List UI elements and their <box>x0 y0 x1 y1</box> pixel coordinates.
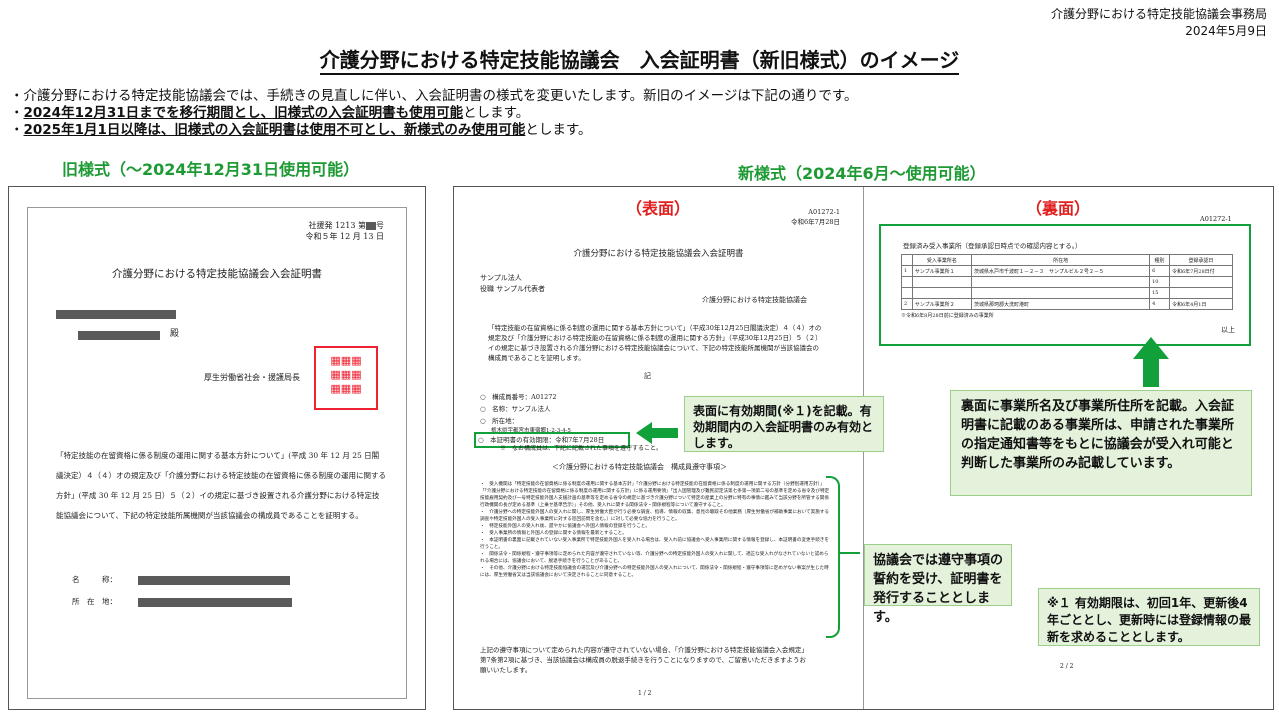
official-seal-icon: ▦▦▦ ▦▦▦ ▦▦▦ <box>314 346 378 410</box>
arrow-up-shaft <box>1143 359 1159 387</box>
bracket-connector <box>838 552 860 554</box>
back-label: （裏面） <box>1026 199 1091 218</box>
front-rules-title: ＜介護分野における特定技能協議会 構成員遵守事項＞ <box>552 463 727 471</box>
old-format-heading: 旧様式（〜2024年12月31日使用可能） <box>62 160 360 179</box>
back-reg-table-wrap: 受入事業所名 所在地 種別 登録承認日 1 サンプル事業所１ 茨城県水戸市千波町１－２－３… <box>901 254 1234 319</box>
front-page-num: 1 / 2 <box>638 690 652 697</box>
back-docno: A01272-1 <box>1200 215 1232 223</box>
new-format-heading: 新様式（2024年6月〜使用可能） <box>738 164 986 183</box>
callout-validity-note: ※１ 有効期限は、初回1年、更新後4年ごととし、更新時には登録情報の最新を求める… <box>1038 588 1260 646</box>
old-body: 「特定技能の在留資格に係る制度の運用に関する基本方針について」(平成 30 年 … <box>56 451 386 520</box>
old-issuer: 厚生労働省社会・援護局長 <box>204 373 300 382</box>
front-rules: ・ 受入機関は「特定技能の在留資格に係る制度の運用に関する基本方針」「介護分野に… <box>480 482 830 578</box>
back-registered-box: 登録済み受入事業所（登録承認日時点での確認内容とする。） 受入事業所名 所在地 種別… <box>879 224 1251 346</box>
arrow-left-icon <box>636 422 652 444</box>
table-row: 1 サンプル事業所１ 茨城県水戸市千波町１－２－３ サンプルビル２号２－５ 6 令和6年… <box>901 265 1234 277</box>
page-title: 介護分野における特定技能協議会 入会証明書（新旧様式）のイメージ <box>0 44 1279 75</box>
old-name-label: 名 称： <box>72 575 117 584</box>
back-reg-note: ※令和6年8月28日前に登録済みの事業所 <box>901 313 994 319</box>
old-cert-title: 介護分野における特定技能協議会入会証明書 <box>112 268 322 280</box>
redaction-addressee-1 <box>56 310 176 319</box>
arrow-up-icon <box>1133 337 1169 359</box>
old-certificate: 社援発 1213 第号 令和５年 12 月 13 日 介護分野における特定技能協… <box>27 207 407 699</box>
header-org-block: 介護分野における特定技能協議会事務局 2024年5月9日 <box>1051 6 1267 40</box>
callout-rules: 協議会では遵守事項の誓約を受け、証明書を発行することとします。 <box>864 544 1012 625</box>
intro-bullets: ・介護分野における特定技能協議会では、手続きの見直しに伴い、入会証明書の様式を変… <box>10 88 858 139</box>
back-page-num: 2 / 2 <box>1060 663 1074 670</box>
front-cert-title: 介護分野における特定技能協議会入会証明書 <box>573 249 744 259</box>
header-date: 2024年5月9日 <box>1185 24 1267 38</box>
back-reg-title: 登録済み受入事業所（登録承認日時点での確認内容とする。） <box>903 242 1082 250</box>
header-org: 介護分野における特定技能協議会事務局 <box>1050 7 1267 21</box>
back-ijo: 以上 <box>1221 326 1235 334</box>
old-date: 令和５年 12 月 13 日 <box>305 232 384 241</box>
front-ki: 記 <box>644 372 651 380</box>
bullet-3: ・2025年1月1日以降は、旧様式の入会証明書は使用不可とし、新様式のみ使用可能… <box>10 122 592 138</box>
table-row: 2 サンプル事業所２ 茨城県那珂郡大洗町港町 4 令和6年4月1日 <box>901 298 1234 310</box>
old-docno-block: 社援発 1213 第号 令和５年 12 月 13 日 <box>305 221 384 241</box>
bullet-2: ・2024年12月31日までを移行期間とし、旧様式の入会証明書も使用可能とします… <box>10 105 530 121</box>
callout-validity: 表面に有効期間(※１)を記載。有効期間内の入会証明書のみ有効とします。 <box>684 396 884 452</box>
table-header-row: 受入事業所名 所在地 種別 登録承認日 <box>901 254 1234 266</box>
callout-back: 裏面に事業所名及び事業所住所を記載。入会証明書に記載のある事業所は、申請された事… <box>950 390 1252 496</box>
front-docno-block: A01272-1 令和6年7月28日 <box>790 208 840 226</box>
bullet-1: ・介護分野における特定技能協議会では、手続きの見直しに伴い、入会証明書の様式を変… <box>10 88 858 104</box>
front-issuer: 介護分野における特定技能協議会 <box>702 296 807 304</box>
front-items: ○ 構成員番号：A01272 ○ 名称：サンプル法人 ○ 所在地： 栃木県宇都宮… <box>480 393 571 434</box>
redaction-address <box>138 598 292 607</box>
front-closing: 上記の遵守事項について定められた内容が遵守されていない場合、「介護分野における特… <box>480 646 808 674</box>
front-label: （表面） <box>626 199 691 218</box>
front-body: 「特定技能の在留資格に係る制度の運用に関する基本方針について」（平成30年12月… <box>488 324 822 362</box>
rules-bracket <box>826 476 840 638</box>
redaction-addressee-2 <box>78 331 160 340</box>
old-addr-label: 所 在 地： <box>72 597 117 606</box>
table-row: 15 <box>901 287 1234 299</box>
redaction <box>366 222 376 230</box>
table-row: 10 <box>901 276 1234 288</box>
old-format-frame: 社援発 1213 第号 令和５年 12 月 13 日 介護分野における特定技能協… <box>8 186 426 710</box>
back-reg-table: 受入事業所名 所在地 種別 登録承認日 1 サンプル事業所１ 茨城県水戸市千波町１－２－３… <box>901 254 1234 310</box>
front-corp-block: サンプル法人 役職 サンプル代表者 <box>480 274 546 293</box>
redaction-name <box>138 576 290 585</box>
old-honorific: 殿 <box>170 329 180 339</box>
arrow-left-shaft <box>652 428 678 438</box>
